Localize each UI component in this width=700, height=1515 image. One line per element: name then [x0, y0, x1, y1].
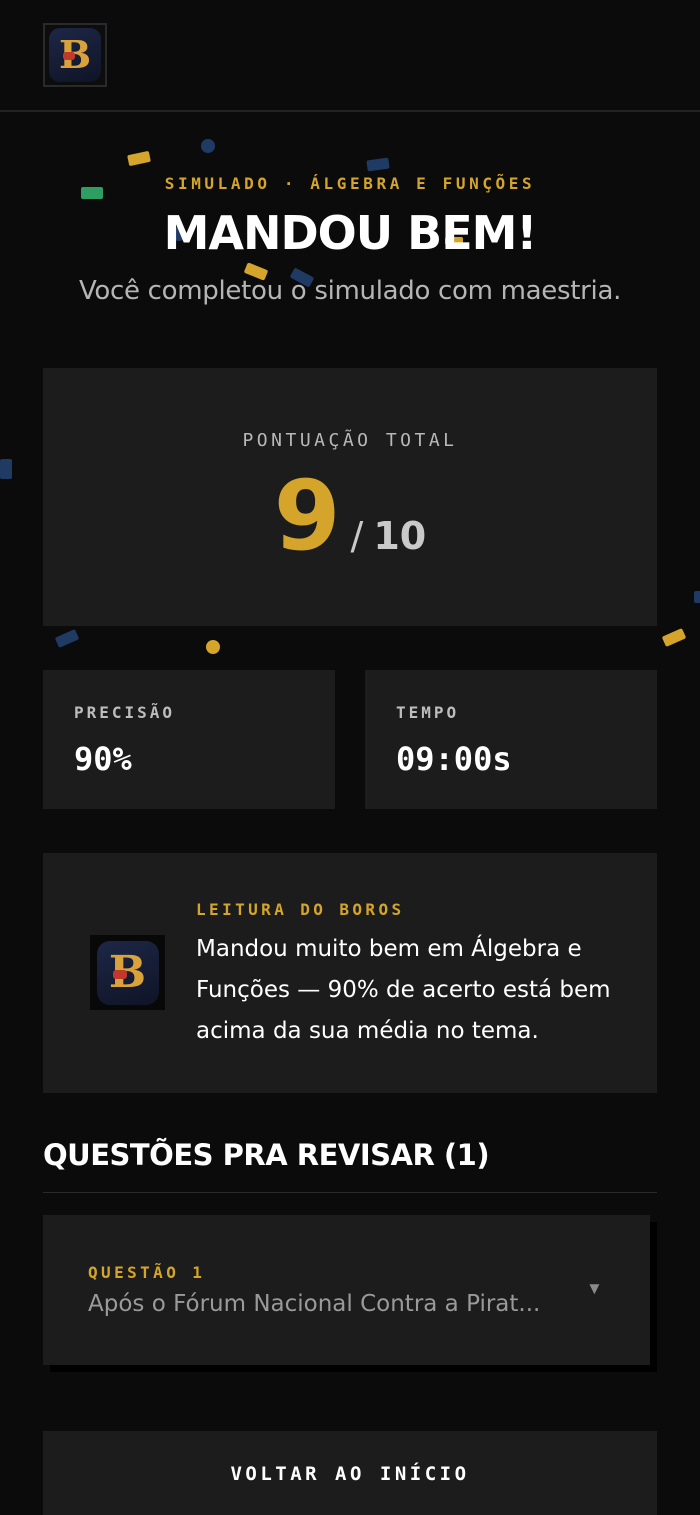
back-home-button-label: VOLTAR AO INÍCIO	[230, 1463, 470, 1485]
question-preview-text: Após o Fórum Nacional Contra a Pirat...	[88, 1291, 541, 1317]
score-total: /10	[351, 514, 427, 558]
logo-scarf-decoration	[112, 969, 127, 979]
review-section-title: QUESTÕES PRA REVISAR (1)	[43, 1138, 490, 1172]
chevron-down-icon[interactable]: ▼	[586, 1279, 603, 1299]
score-slash: /	[350, 514, 364, 558]
section-divider	[43, 1192, 657, 1193]
question-number-label: QUESTÃO 1	[88, 1263, 206, 1282]
accuracy-label: PRECISÃO	[74, 703, 176, 722]
confetti-piece	[694, 591, 700, 603]
time-label: TEMPO	[396, 703, 460, 722]
confetti-piece	[54, 629, 80, 648]
total-score-label: PONTUAÇÃO TOTAL	[242, 430, 458, 451]
confetti-piece	[661, 628, 687, 647]
review-question-item[interactable]: QUESTÃO 1 Após o Fórum Nacional Contra a…	[43, 1215, 650, 1365]
boros-reading-card: B LEITURA DO BOROS Mandou muito bem em Á…	[43, 853, 657, 1093]
quiz-topic-eyebrow: SIMULADO · ÁLGEBRA E FUNÇÕES	[164, 174, 536, 193]
time-value: 09:00s	[396, 740, 512, 778]
total-score-card: PONTUAÇÃO TOTAL 9 /10	[43, 368, 657, 626]
time-card: TEMPO 09:00s	[365, 670, 657, 809]
back-home-button[interactable]: VOLTAR AO INÍCIO	[43, 1431, 657, 1515]
boros-reading-text: Mandou muito bem em Álgebra e Funções — …	[196, 936, 611, 1044]
page-title: MANDOU BEM!	[163, 206, 538, 260]
boros-logo-icon: B	[96, 940, 159, 1005]
score-value: 9	[273, 460, 341, 572]
confetti-piece	[366, 157, 390, 172]
confetti-piece	[0, 459, 12, 479]
boros-avatar: B	[90, 935, 165, 1010]
logo-scarf-decoration	[63, 52, 75, 60]
confetti-dot	[201, 139, 215, 153]
accuracy-value: 90%	[74, 740, 132, 778]
app-logo[interactable]: B	[43, 23, 107, 87]
page-subtitle: Você completou o simulado com maestria.	[78, 276, 622, 306]
total-score-row: 9 /10	[43, 468, 657, 564]
confetti-piece	[127, 150, 151, 167]
accuracy-card: PRECISÃO 90%	[43, 670, 335, 809]
boros-logo-icon: B	[49, 28, 101, 82]
boros-reading-label: LEITURA DO BOROS	[196, 900, 405, 919]
score-total-value: 10	[373, 514, 427, 558]
confetti-dot	[206, 640, 220, 654]
top-bar: B	[0, 0, 700, 112]
